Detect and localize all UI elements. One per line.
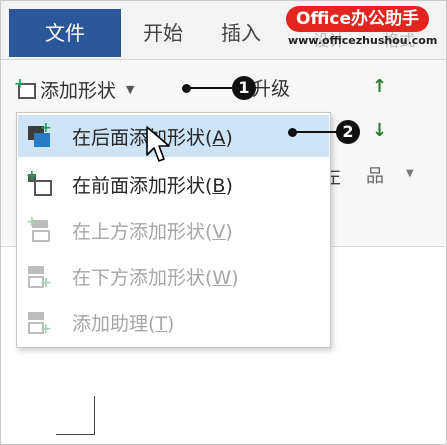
menu-item-add-above[interactable]: + 在上方添加形状(V) (18, 209, 329, 251)
menu-item-add-before[interactable]: + 在前面添加形状(B) (18, 163, 329, 205)
add-after-icon: + (26, 121, 52, 148)
add-shape-label: 添加形状 (40, 79, 117, 102)
menu-item-label: 在上方添加形状(V) (72, 220, 233, 243)
watermark: Office办公助手 www.officezhushou.com (280, 4, 440, 56)
tab-insert[interactable]: 插入 (221, 9, 261, 57)
shape-corner-mark (56, 396, 95, 435)
callout-1-line (186, 87, 234, 89)
tab-file[interactable]: 文件 (9, 9, 121, 57)
mouse-cursor-icon (146, 126, 170, 162)
add-shape-button[interactable]: + 添加形状 ▼ (14, 74, 134, 104)
add-shape-icon: + (14, 77, 36, 99)
menu-item-label: 添加助理(T) (72, 312, 175, 335)
menu-item-label: 在前面添加形状(B) (72, 174, 233, 197)
org-chart-icon[interactable]: 品 (366, 162, 384, 188)
upgrade-button[interactable]: 升级 (252, 74, 290, 104)
chevron-down-icon[interactable]: ▼ (126, 83, 134, 96)
watermark-brand: Office办公助手 (286, 6, 430, 32)
callout-1-badge: 1 (232, 76, 256, 100)
add-above-icon: + (26, 215, 52, 242)
tab-home[interactable]: 开始 (143, 9, 183, 57)
arrow-down-icon[interactable]: ↓ (372, 120, 387, 141)
callout-2-badge: 2 (336, 120, 360, 144)
arrow-up-icon[interactable]: ↑ (372, 76, 387, 97)
add-below-icon: + (26, 264, 52, 290)
menu-item-label: 在下方添加形状(W) (72, 266, 239, 289)
menu-item-add-assistant[interactable]: + 添加助理(T) (18, 301, 329, 343)
menu-item-add-after[interactable]: + 在后面添加形状(A) (18, 115, 329, 157)
add-before-icon: + (26, 169, 52, 196)
add-shape-dropdown: + 在后面添加形状(A) + 在前面添加形状(B) + 在上方添加形状(V) +… (16, 112, 331, 348)
chevron-down-icon[interactable]: ▼ (406, 168, 414, 179)
menu-item-add-below[interactable]: + 在下方添加形状(W) (18, 255, 329, 297)
callout-2-line (292, 131, 338, 133)
add-assistant-icon: + (26, 310, 52, 336)
watermark-url: www.officezhushou.com (288, 34, 438, 47)
